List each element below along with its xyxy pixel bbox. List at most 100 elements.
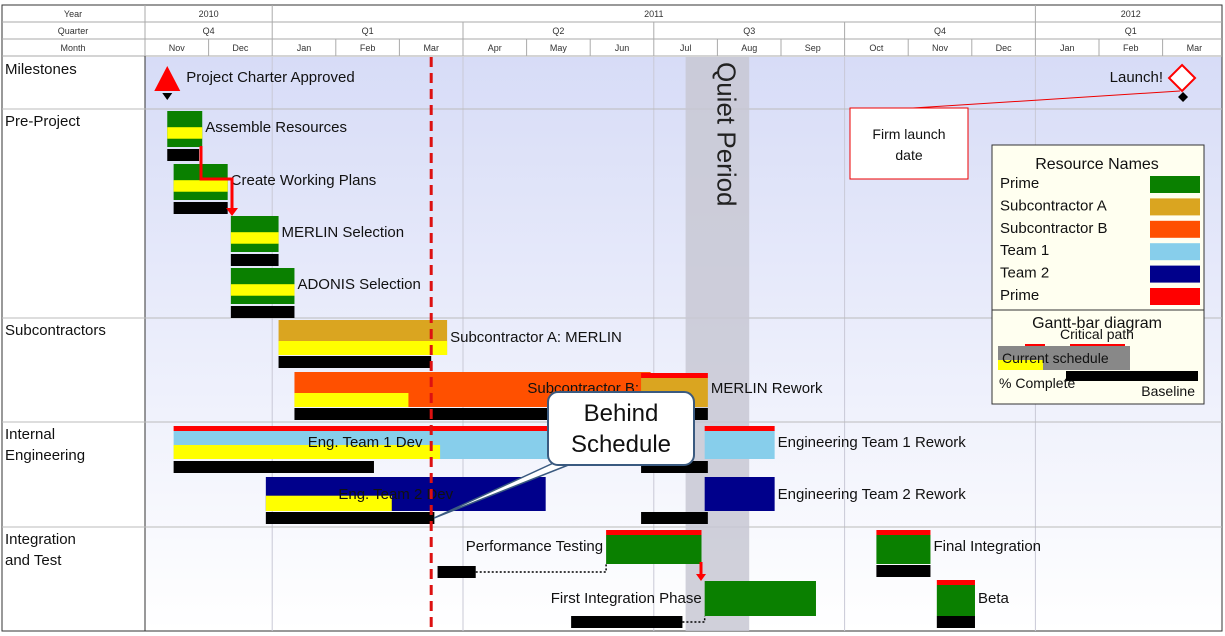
month-label: Nov <box>932 43 949 53</box>
baseline-bar <box>278 356 432 368</box>
month-label: Oct <box>869 43 884 53</box>
quiet-period-label: Quiet Period <box>711 62 741 207</box>
baseline-bar <box>571 616 683 628</box>
task-label: Engineering Team 1 Rework <box>778 434 967 451</box>
row-label: Milestones <box>5 61 77 78</box>
percent-complete-bar <box>278 341 448 355</box>
callout-box <box>849 107 969 180</box>
critical-path-bar <box>173 426 597 431</box>
current-schedule-bar <box>704 581 816 616</box>
legend-item-label: Subcontractor B <box>1000 220 1108 237</box>
quarter-label: Q1 <box>362 26 374 36</box>
percent-complete-bar <box>294 393 409 407</box>
month-label: Jan <box>297 43 312 53</box>
month-label: Nov <box>169 43 186 53</box>
callout-text: Behind <box>584 400 659 427</box>
legend-swatch <box>1150 198 1200 216</box>
legend-title: Resource Names <box>1035 156 1159 173</box>
legend-swatch <box>1150 243 1200 261</box>
task-label: Engineering Team 2 Rework <box>778 486 967 503</box>
critical-path-bar <box>606 530 702 535</box>
legend-swatch <box>1150 176 1200 193</box>
critical-path-bar <box>641 373 708 378</box>
legend-item-label: Critical path <box>1060 326 1134 342</box>
month-label: Aug <box>741 43 757 53</box>
task-label: Project Charter Approved <box>186 69 354 86</box>
percent-complete-bar <box>167 127 203 139</box>
baseline-bar <box>641 512 708 524</box>
year-label: 2012 <box>1121 9 1141 19</box>
task-label: Eng. Team 2 Dev <box>338 486 453 503</box>
month-label: May <box>550 43 568 53</box>
task-bar[interactable] <box>230 216 279 266</box>
task-bar[interactable] <box>876 530 931 577</box>
month-label: Dec <box>996 43 1013 53</box>
gantt-chart: Year Quarter Month 2010 2011 2012 Q4 Q1 Q2 Q3 Q4 Q1… <box>0 0 1225 636</box>
month-label: Sep <box>805 43 821 53</box>
row-label: Subcontractors <box>5 322 106 339</box>
quarter-label: Q4 <box>934 26 946 36</box>
legend-item-label: Baseline <box>1141 383 1195 399</box>
task-bar[interactable] <box>230 268 295 318</box>
quarter-label: Q4 <box>203 26 215 36</box>
legend-swatch <box>1150 220 1200 238</box>
row-label: Pre-Project <box>5 113 81 130</box>
month-label: Mar <box>1187 43 1203 53</box>
baseline-bar <box>230 254 279 266</box>
task-label: Final Integration <box>933 538 1041 555</box>
year-label: 2010 <box>199 9 219 19</box>
task-label: Launch! <box>1110 69 1163 86</box>
timescale-row-label: Month <box>60 43 85 53</box>
task-label: MERLIN Selection <box>282 224 405 241</box>
month-label: Feb <box>360 43 376 53</box>
legend-item-label: Team 2 <box>1000 265 1049 282</box>
callout-text: Firm launch <box>872 126 945 142</box>
percent-complete-bar <box>230 232 279 244</box>
month-label: Feb <box>1123 43 1139 53</box>
baseline-bar <box>173 202 228 214</box>
current-schedule-bar <box>606 535 702 564</box>
task-label: Assemble Resources <box>205 119 347 136</box>
legend-item-label: % Complete <box>999 375 1075 391</box>
legend-swatch <box>1150 288 1200 305</box>
critical-path-bar <box>704 426 775 431</box>
legend-baseline-sample <box>1066 371 1198 381</box>
task-label: Performance Testing <box>466 538 603 555</box>
baseline-bar <box>167 149 200 161</box>
task-label: Create Working Plans <box>231 172 377 189</box>
task-bar[interactable] <box>278 320 448 368</box>
critical-path-bar <box>876 530 931 535</box>
current-schedule-bar <box>704 477 775 511</box>
bar-legend: Gantt-bar diagramCritical pathCurrent sc… <box>991 309 1205 405</box>
percent-complete-bar <box>173 180 228 192</box>
legend-item-label: Prime <box>1000 175 1039 192</box>
timescale-row-label: Year <box>64 9 82 19</box>
task-label: Eng. Team 1 Dev <box>308 434 423 451</box>
callout-text: Schedule <box>571 431 671 458</box>
baseline-bar <box>173 461 374 473</box>
legend-swatch <box>1150 265 1200 283</box>
baseline-bar <box>437 566 476 578</box>
percent-complete-bar <box>230 284 295 296</box>
legend-item-label: Subcontractor A <box>1000 197 1107 214</box>
month-label: Apr <box>488 43 502 53</box>
task-bar[interactable] <box>167 111 203 161</box>
current-schedule-bar <box>876 535 931 564</box>
baseline-bar <box>876 565 931 577</box>
baseline-bar <box>265 512 435 524</box>
task-label: First Integration Phase <box>551 590 702 607</box>
task-label: Subcontractor A: MERLIN <box>450 329 622 346</box>
task-label: Beta <box>978 590 1010 607</box>
callout-text: date <box>895 147 922 163</box>
timescale-row-label: Quarter <box>58 26 89 36</box>
baseline-bar <box>936 616 975 628</box>
baseline-bar <box>230 306 295 318</box>
legend-item-label: Team 1 <box>1000 242 1049 259</box>
legend-item-label: Prime <box>1000 287 1039 304</box>
task-label: MERLIN Rework <box>711 380 823 397</box>
current-schedule-bar <box>704 431 775 459</box>
month-label: Jul <box>680 43 692 53</box>
month-label: Dec <box>232 43 249 53</box>
month-label: Mar <box>423 43 439 53</box>
task-bar[interactable] <box>936 580 975 628</box>
